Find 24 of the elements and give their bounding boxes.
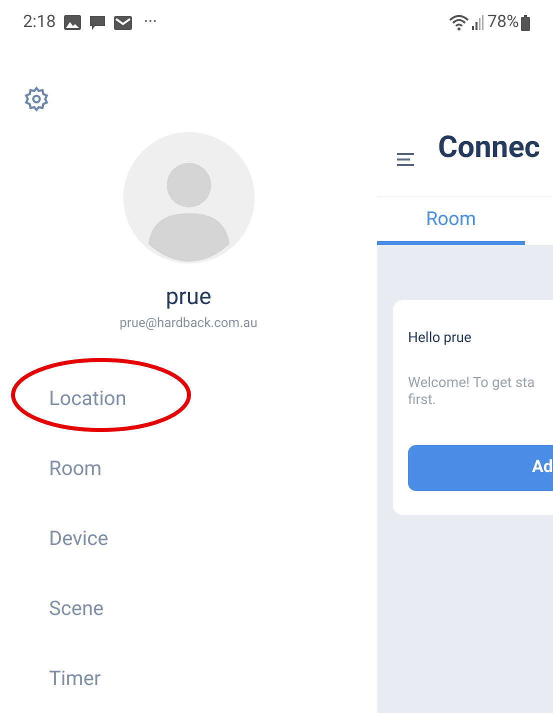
settings-icon[interactable] [23,86,50,112]
signal-icon [472,15,484,30]
wifi-icon [449,14,470,30]
welcome-text: Welcome! To get sta [408,375,536,392]
mail-icon [114,16,132,30]
user-name: prue [166,282,212,312]
tab[interactable]: Room [377,197,525,245]
more-notifications: ··· [144,10,158,34]
menu-item[interactable]: Location [49,383,126,413]
user-email: prue@hardback.com.au [120,314,258,332]
add-button[interactable]: Ad [408,445,553,491]
image-icon [64,15,81,30]
menu-item[interactable]: Device [49,523,108,553]
page-title: Connec [438,130,540,166]
battery-percent: 78% [487,10,519,34]
menu-item[interactable]: Scene [49,593,104,623]
message-icon [88,14,106,30]
menu-item[interactable]: Room [49,453,102,483]
battery-icon [521,14,530,30]
menu-icon[interactable] [397,153,414,166]
greeting: Hello prue [408,329,472,348]
menu-item[interactable]: Timer [49,663,101,693]
welcome-text: first. [408,392,437,409]
status-time: 2:18 [23,10,56,34]
